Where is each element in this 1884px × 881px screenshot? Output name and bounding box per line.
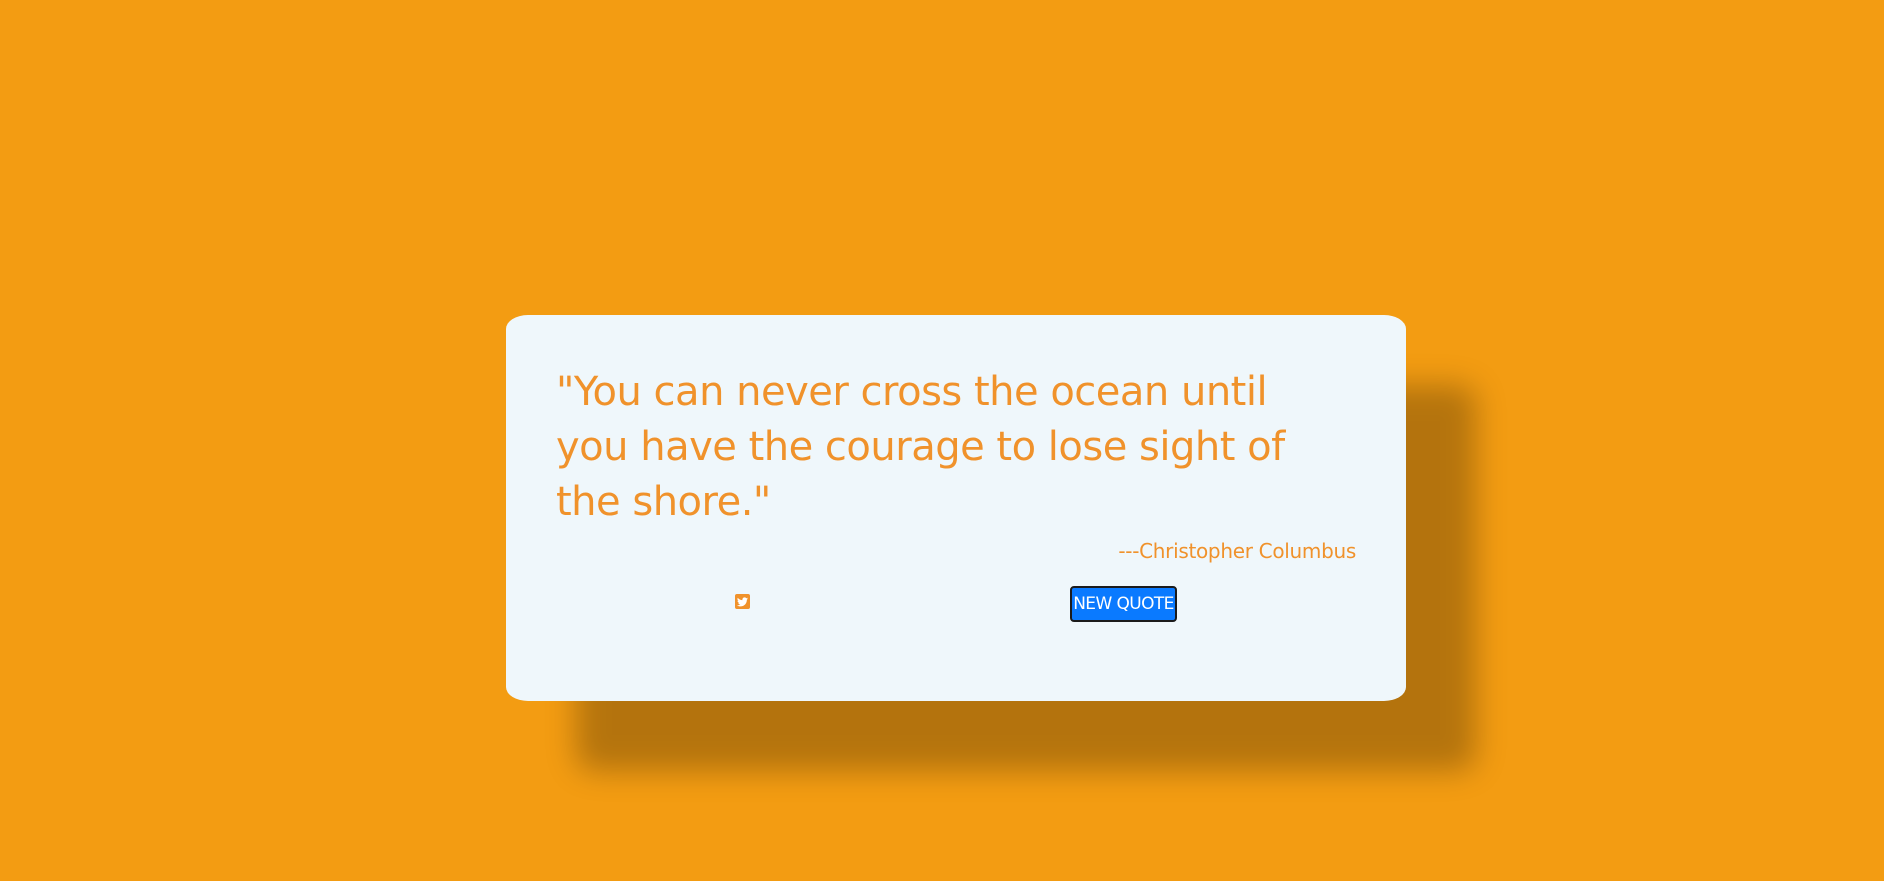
new-quote-button[interactable]: NEW QUOTE (1070, 586, 1177, 622)
quote-box: "You can never cross the ocean until you… (506, 315, 1406, 701)
tweet-quote-link[interactable] (735, 594, 750, 609)
quote-text: "You can never cross the ocean until you… (556, 369, 1285, 525)
quote-author: ---Christopher Columbus (1118, 539, 1356, 563)
twitter-icon (737, 596, 748, 607)
